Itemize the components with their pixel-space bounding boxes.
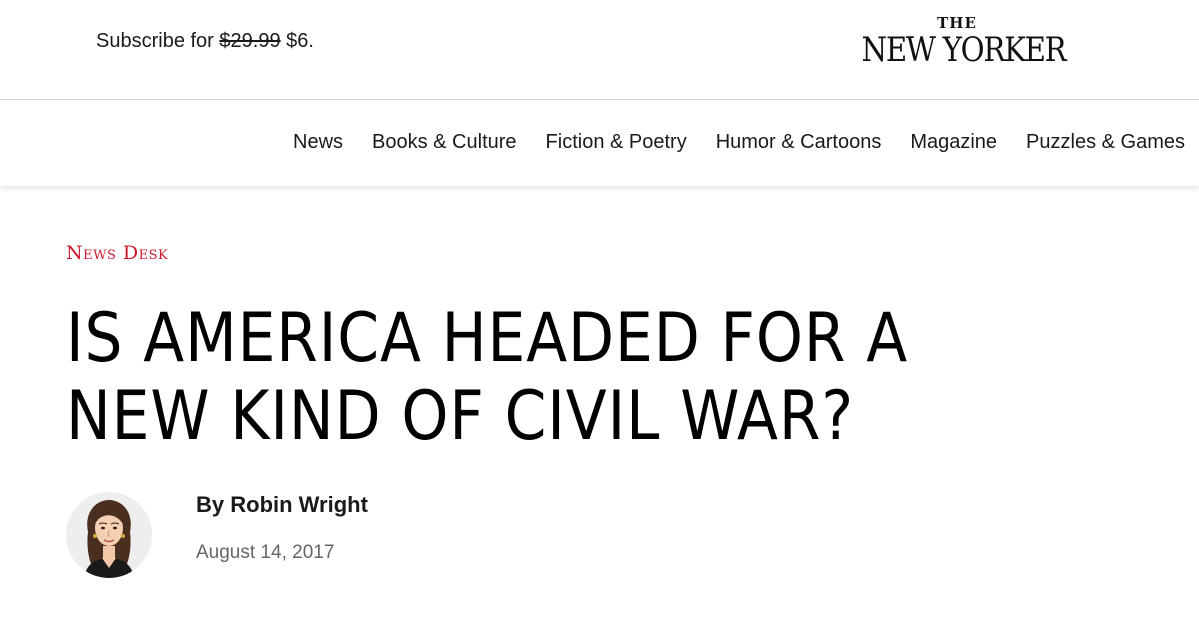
nav-item-humor-cartoons[interactable]: Humor & Cartoons <box>716 131 882 154</box>
nav-item-magazine[interactable]: Magazine <box>910 131 997 154</box>
section-nav: News Books & Culture Fiction & Poetry Hu… <box>0 100 1199 186</box>
nav-list: News Books & Culture Fiction & Poetry Hu… <box>293 131 1185 154</box>
byline-prefix: By <box>196 492 225 517</box>
publish-date: August 14, 2017 <box>196 542 335 563</box>
nav-item-news[interactable]: News <box>293 131 343 154</box>
rubric-link[interactable]: News Desk <box>66 242 168 264</box>
author-portrait-illustration <box>66 492 152 578</box>
new-yorker-logo[interactable]: THE NEW YORKER <box>846 14 1068 68</box>
subscribe-label: Subscribe for <box>96 30 214 52</box>
subscribe-link[interactable]: Subscribe for $29.99 $6. <box>96 30 314 53</box>
nav-item-puzzles-games[interactable]: Puzzles & Games <box>1026 131 1185 154</box>
author-link[interactable]: Robin Wright <box>230 492 368 517</box>
author-avatar[interactable] <box>66 492 152 578</box>
nav-item-books-culture[interactable]: Books & Culture <box>372 131 517 154</box>
headline-line-2: New Kind of Civil War? <box>66 377 854 456</box>
byline: By Robin Wright <box>196 492 368 518</box>
nav-item-fiction-poetry[interactable]: Fiction & Poetry <box>546 131 687 154</box>
article-headline: Is America Headed for a New Kind of Civi… <box>66 300 1166 456</box>
subscribe-old-price: $29.99 <box>219 30 281 52</box>
top-header: Subscribe for $29.99 $6. THE NEW YORKER <box>0 0 1199 100</box>
subscribe-new-price: $6. <box>286 30 314 52</box>
headline-line-1: Is America Headed for a <box>66 299 909 378</box>
logo-name: NEW YORKER <box>861 30 1067 70</box>
